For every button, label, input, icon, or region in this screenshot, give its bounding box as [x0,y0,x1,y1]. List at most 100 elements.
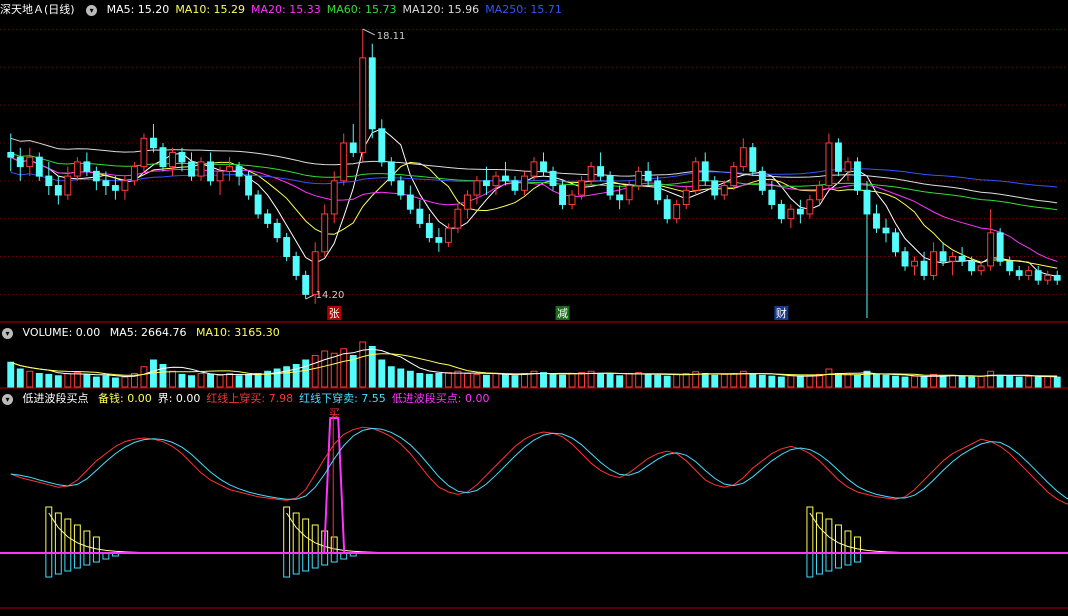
indicator-panel-header: ▾ 低进波段买点 备钱: 0.00 界: 0.00 红线上穿买: 7.98 红线下穿卖… [0,390,502,408]
candle-body [720,185,728,196]
chevron-down-icon[interactable]: ▾ [2,393,13,405]
candle-body [644,170,652,182]
volume-bar [958,375,966,388]
candle-body [283,237,291,258]
buy-signal-label: 买 [329,407,340,420]
volume-bar [987,370,995,388]
volume-bar [1006,375,1014,388]
volume-bar [854,374,861,388]
volume-bar [1044,375,1052,388]
candle-body [378,128,386,163]
candle-body [159,147,167,168]
volume-panel-header: ▾ VOLUME: 0.00 MA5: 2664.76 MA10: 3165.3… [0,324,286,342]
volume-bar [996,374,1004,388]
candle-body [911,260,918,267]
stock-chart-canvas[interactable]: 18.11 14.20 张 减 财 买 [0,0,1068,616]
candle-body [521,175,528,191]
candle-body [387,161,395,182]
candle-body [83,161,91,172]
candle-body [92,170,100,182]
candle-body [226,166,234,172]
chevron-down-icon[interactable]: ▾ [86,4,98,16]
volume-bar [949,374,957,388]
volume-bar [178,373,186,388]
ma-indicator-1: MA10: 15.29 [175,3,246,16]
volume-bar [521,373,528,388]
candle-body [996,232,1004,262]
volume-bar [254,373,262,388]
candle-body [777,203,785,220]
candle-body [321,213,329,253]
candle-body [901,251,909,267]
low-price-label: 14.20 [316,290,345,301]
candle-body [977,265,985,272]
volume-bar [502,373,509,388]
candle-body [758,170,766,191]
candle-body [958,256,966,262]
candle-body [245,175,253,196]
candle-body [892,232,899,253]
indicator-field-0: 备钱: 0.00 [98,392,152,405]
ma-indicator-3: MA60: 15.73 [326,3,397,16]
candle-body [273,222,281,239]
volume-bar [207,373,214,388]
ma-indicator-4: MA120: 15.96 [402,3,480,16]
volume-bar [892,375,899,388]
volume-bar [654,374,662,388]
candle-body [425,222,433,239]
volume-bar [273,368,281,388]
volume-bar [787,375,795,388]
volume-bar [444,372,452,388]
candle-body [863,189,871,215]
candle-body [701,161,709,182]
candle-body [854,161,861,191]
volume-bar [102,375,110,388]
volume-bar [873,373,880,388]
candle-body [787,208,795,220]
volume-bar [169,370,176,388]
ma-indicator-list: MA5: 15.20 MA10: 15.29 MA20: 15.33 MA60: 15… [107,3,568,16]
volume-bar [1053,376,1061,388]
volume-bar [26,370,34,388]
volume-bar [473,373,481,388]
candle-body [169,151,176,168]
candle-body [216,170,224,182]
volume-bar [378,359,386,388]
candle-body [349,142,357,153]
volume-bar [635,372,643,388]
candle-body [197,161,205,177]
ma-indicator-5: MA250: 15.71 [485,3,562,16]
indicator-field-4: 低进波段买点: 0.00 [391,392,490,405]
volume-ma10: MA10: 3165.30 [195,326,280,339]
volume-bar [330,352,338,388]
candle-body [35,156,43,177]
volume-bar [416,373,424,388]
volume-bar [663,375,671,388]
candle-body [16,156,24,168]
volume-title: VOLUME: 0.00 [22,326,101,339]
candle-body [625,185,633,201]
candle-body [587,166,595,182]
candle-body [121,180,129,191]
candle-body [682,189,690,205]
volume-bar [844,373,852,388]
candle-body [739,147,747,168]
volume-bar [1015,376,1023,388]
volume-bar [939,375,947,388]
volume-bar [796,375,804,388]
chevron-down-icon[interactable]: ▾ [2,327,13,339]
candle-body [1006,260,1014,272]
candle-body [873,213,880,229]
volume-bar [549,373,557,388]
candle-body [606,175,614,196]
indicator-field-1: 界: 0.00 [157,392,201,405]
volume-bar [730,373,738,388]
candle-body [292,256,300,276]
volume-bar [7,361,15,388]
volume-bar [368,346,376,388]
volume-bar [111,377,119,388]
candle-body [435,237,443,243]
volume-bar [863,370,871,388]
candle-body [549,170,557,187]
candle-body [26,156,34,168]
